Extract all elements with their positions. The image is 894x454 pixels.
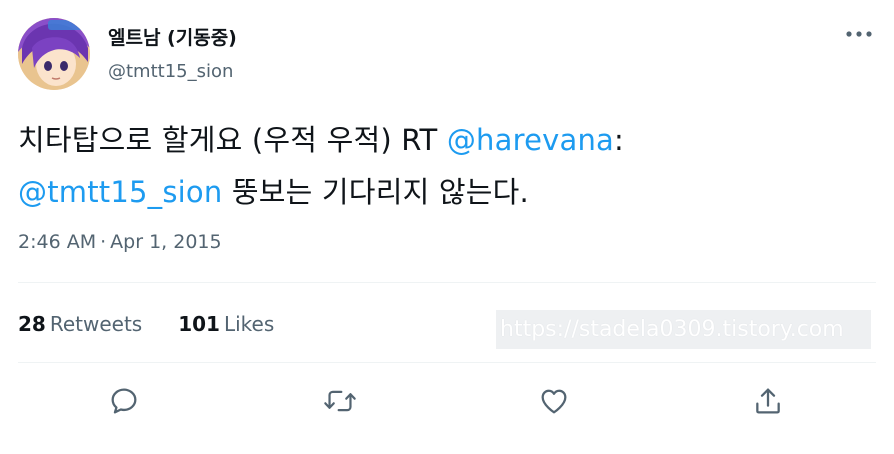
- share-icon: [756, 388, 780, 414]
- user-handle[interactable]: @tmtt15_sion: [108, 60, 237, 84]
- retweets-stat[interactable]: 28 Retweets: [18, 311, 142, 337]
- like-button[interactable]: [535, 382, 573, 420]
- likes-count: 101: [178, 312, 220, 336]
- tweet-timestamp[interactable]: 2:46 AM · Apr 1, 2015: [18, 230, 222, 254]
- more-options-button[interactable]: [842, 22, 876, 46]
- author-names: 엘트남 (기동중) @tmtt15_sion: [108, 26, 237, 84]
- display-name[interactable]: 엘트남 (기동중): [108, 26, 237, 50]
- avatar[interactable]: [18, 18, 90, 90]
- likes-label: Likes: [223, 312, 275, 336]
- retweet-icon: [324, 390, 356, 412]
- divider: [18, 282, 876, 283]
- separator-dot: ·: [100, 231, 107, 253]
- likes-stat[interactable]: 101 Likes: [178, 311, 274, 337]
- watermark: https://stadela0309.tistory.com: [496, 310, 871, 349]
- mention-link[interactable]: @tmtt15_sion: [18, 175, 222, 209]
- tweet-text-part: 뚱보는 기다리지 않는다.: [222, 175, 529, 209]
- retweet-button[interactable]: [321, 382, 359, 420]
- tweet-time: 2:46 AM: [18, 231, 97, 253]
- tweet-header: 엘트남 (기동중) @tmtt15_sion: [18, 18, 876, 90]
- retweets-label: Retweets: [49, 312, 143, 336]
- heart-icon: [541, 389, 567, 414]
- tweet-date: Apr 1, 2015: [110, 231, 222, 253]
- reply-icon: [111, 388, 137, 414]
- divider: [18, 362, 876, 363]
- tweet-text-part: :: [614, 123, 624, 157]
- reply-button[interactable]: [105, 382, 143, 420]
- avatar-image: [18, 18, 90, 90]
- engagement-stats: 28 Retweets 101 Likes: [18, 311, 310, 337]
- tweet-text: 치타탑으로 할게요 (우적 우적) RT @harevana: @tmtt15_…: [18, 114, 874, 218]
- action-bar: [0, 376, 894, 426]
- tweet-text-part: 치타탑으로 할게요 (우적 우적) RT: [18, 123, 447, 157]
- more-horizontal-icon: [846, 31, 872, 37]
- retweets-count: 28: [18, 312, 46, 336]
- share-button[interactable]: [749, 382, 787, 420]
- mention-link[interactable]: @harevana: [447, 123, 614, 157]
